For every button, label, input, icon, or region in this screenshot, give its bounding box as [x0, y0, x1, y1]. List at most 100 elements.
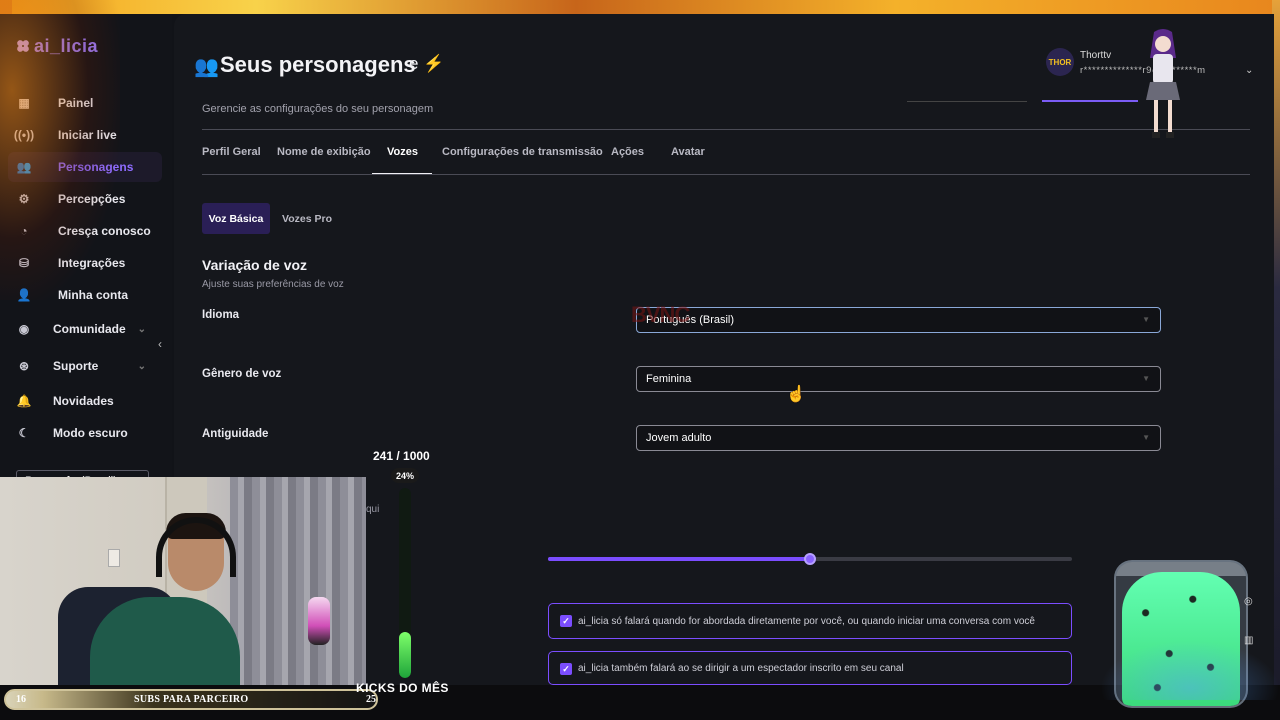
field-label-idioma: Idioma — [202, 309, 240, 321]
chevron-down-icon: ⌄ — [137, 323, 146, 335]
select-value: Feminina — [646, 373, 692, 385]
sidebar-item-painel[interactable]: ▦ Painel — [8, 88, 162, 118]
kicks-label: KICKS DO MÊS — [356, 681, 449, 695]
language-dropdown[interactable]: Português (Brasil) ▼ — [636, 307, 1161, 333]
sidebar-item-cresca-conosco[interactable]: ◔ Cresça conosco — [8, 216, 162, 246]
tab-perfil-geral[interactable]: Perfil Geral — [202, 146, 261, 158]
sidebar-item-label: Percepções — [58, 192, 126, 206]
watermark-logo: BVNC — [631, 302, 690, 327]
sidebar-item-novidades[interactable]: 🔔 Novidades — [8, 386, 162, 416]
sidebar-item-label: Modo escuro — [53, 426, 128, 440]
webcam-feed — [0, 477, 366, 685]
book-icon[interactable]: ▥ — [1244, 635, 1253, 646]
sidebar-item-percepcoes[interactable]: ⚙ Percepções — [8, 184, 162, 214]
mouse-cursor-icon: ☝ — [786, 386, 806, 403]
slider-thumb[interactable] — [804, 553, 816, 565]
sidebar-item-comunidade[interactable]: ◉ Comunidade ⌄ — [8, 314, 162, 344]
bell-icon: 🔔 — [16, 394, 32, 408]
progress-fill — [399, 632, 411, 678]
chevron-down-icon: ▼ — [1142, 374, 1150, 383]
hidden-button-edge — [907, 101, 1027, 102]
sidebar-item-integracoes[interactable]: ⛁ Integrações — [8, 248, 162, 278]
chevron-down-icon: ⌄ — [137, 360, 146, 372]
field-label-antiguidade: Antiguidade — [202, 428, 269, 440]
subs-target: 25 — [366, 694, 376, 705]
donation-jar — [1114, 560, 1248, 708]
sidebar-item-label: Comunidade — [53, 322, 126, 336]
perception-icon: ⚙ — [18, 192, 30, 206]
page-subtitle: Gerencie as configurações do seu persona… — [202, 103, 434, 115]
user-icon: 👤 — [16, 288, 32, 302]
user-name: Thorttv — [1080, 50, 1112, 61]
tab-vozes[interactable]: Vozes — [387, 146, 418, 158]
checkbox-direct-only[interactable]: ✓ ai_licia só falará quando for abordada… — [548, 603, 1072, 639]
stream-frame-top — [0, 0, 1280, 14]
sidebar-item-iniciar-live[interactable]: ((•)) Iniciar live — [8, 120, 162, 150]
light-switch — [108, 549, 120, 567]
support-icon: ⊛ — [18, 359, 30, 373]
sidebar-item-label: Cresça conosco — [58, 224, 151, 238]
checkbox-label: ai_licia só falará quando for abordada d… — [578, 615, 1035, 627]
tab-avatar[interactable]: Avatar — [671, 146, 705, 158]
sidebar-item-label: Personagens — [58, 160, 134, 174]
sidebar-item-label: Novidades — [53, 394, 114, 408]
partial-text: qui — [366, 504, 380, 515]
subs-current: 16 — [16, 694, 26, 705]
section-subtitle: Ajuste suas preferências de voz — [202, 279, 344, 290]
divider — [202, 174, 1250, 175]
grid-icon: ▦ — [18, 96, 30, 110]
sidebar-item-label: Minha conta — [58, 288, 129, 302]
subtab-voz-basica[interactable]: Voz Básica — [202, 203, 270, 234]
emote-icon: e ⚡ — [409, 54, 445, 73]
background-curtain — [230, 477, 366, 685]
tab-acoes[interactable]: Ações — [611, 146, 644, 158]
voice-age-dropdown[interactable]: Jovem adulto ▼ — [636, 425, 1161, 451]
sidebar-item-suporte[interactable]: ⊛ Suporte ⌄ — [8, 351, 162, 381]
logo-text: ai_licia — [34, 36, 99, 56]
avatar[interactable]: THOR — [1046, 48, 1074, 76]
sidebar-item-label: Painel — [58, 96, 94, 110]
section-title: Variação de voz — [202, 257, 308, 273]
sidebar-item-modo-escuro[interactable]: ☾ Modo escuro — [8, 418, 162, 448]
check-icon[interactable]: ✓ — [560, 663, 572, 675]
sidebar-item-label: Integrações — [58, 256, 126, 270]
microphone-icon — [308, 597, 330, 645]
field-label-genero: Gênero de voz — [202, 368, 282, 380]
sidebar-item-label: Iniciar live — [58, 128, 117, 142]
users-icon: 👥 — [194, 56, 219, 78]
vtuber-character — [1146, 29, 1180, 138]
subs-label: SUBS PARA PARCEIRO — [134, 694, 249, 705]
divider — [202, 129, 1250, 130]
hidden-button-edge-accent — [1042, 100, 1138, 102]
streamer-body — [90, 597, 240, 685]
chevron-down-icon: ▼ — [1142, 315, 1150, 324]
users-icon: 👥 — [16, 160, 32, 174]
logo-icon — [16, 39, 30, 53]
checkbox-label: ai_licia também falará ao se dirigir a u… — [578, 663, 904, 674]
subtab-vozes-pro[interactable]: Vozes Pro — [276, 203, 338, 234]
checkbox-subscribers[interactable]: ✓ ai_licia também falará ao se dirigir a… — [548, 651, 1072, 685]
tab-configuracoes-transmissao[interactable]: Configurações de transmissão — [442, 146, 603, 158]
voice-slider[interactable] — [548, 553, 1072, 565]
meter-count: 241 / 1000 — [373, 449, 430, 463]
sidebar-item-personagens[interactable]: 👥 Personagens — [8, 152, 162, 182]
progress-tube — [399, 488, 411, 678]
meter-percent: 24% — [391, 468, 419, 483]
jar-contents — [1122, 572, 1240, 706]
tab-nome-de-exibicao[interactable]: Nome de exibição — [277, 146, 371, 158]
collapse-sidebar-icon[interactable]: ‹ — [158, 337, 162, 351]
sidebar-item-minha-conta[interactable]: 👤 Minha conta — [8, 280, 162, 310]
subs-goal-bar: 16 SUBS PARA PARCEIRO 25 — [4, 689, 378, 710]
headset-icon[interactable]: ◎ — [1244, 596, 1253, 607]
chevron-down-icon[interactable]: ⌄ — [1245, 65, 1253, 76]
growth-icon: ◔ — [20, 224, 28, 238]
community-icon: ◉ — [18, 322, 30, 336]
voice-gender-dropdown[interactable]: Feminina ▼ — [636, 366, 1161, 392]
integrations-icon: ⛁ — [18, 256, 30, 270]
app-logo[interactable]: ai_licia — [16, 36, 98, 57]
check-icon[interactable]: ✓ — [560, 615, 572, 627]
select-value: Jovem adulto — [646, 432, 712, 444]
slider-fill — [548, 557, 810, 561]
chevron-down-icon: ▼ — [1142, 433, 1150, 442]
broadcast-icon: ((•)) — [13, 128, 35, 142]
